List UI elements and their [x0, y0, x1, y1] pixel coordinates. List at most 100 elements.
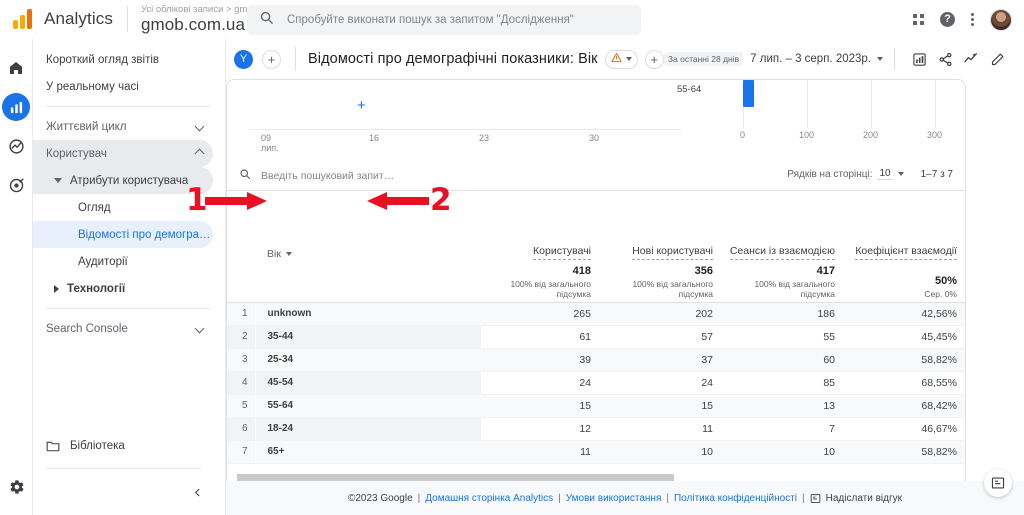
sidebar-item-audiences[interactable]: Аудиторії: [33, 248, 213, 275]
line-chart-xtick: 30: [589, 133, 600, 143]
reports-icon[interactable]: [2, 93, 30, 121]
metric-cell: 61: [481, 325, 603, 349]
dimension-value[interactable]: 55-64: [255, 394, 481, 418]
dimension-value[interactable]: 25-34: [255, 348, 481, 372]
table-row[interactable]: 555-6415151368,42%0,87: [227, 394, 965, 418]
chevron-down-icon[interactable]: [897, 172, 904, 176]
share-icon[interactable]: [932, 46, 958, 72]
add-dimension-button[interactable]: +: [357, 97, 366, 114]
metric-header-engagement-rate[interactable]: Коефіцієнт взаємодії: [847, 189, 965, 264]
metric-cell: 15: [603, 394, 725, 418]
sidebar-item-label: Відомості про демографіч…: [78, 228, 213, 241]
row-index: 5: [227, 394, 256, 418]
explore-icon[interactable]: [2, 132, 30, 160]
line-chart-xtick: 16: [369, 133, 380, 143]
date-preset-chip: За останні 28 днів: [663, 52, 744, 66]
table-row[interactable]: 1unknown26520218642,56%0,70: [227, 302, 965, 326]
sidebar-item-reports-snapshot[interactable]: Короткий огляд звітів: [33, 46, 213, 73]
sidebar-item-label: Технології: [67, 282, 126, 295]
home-icon[interactable]: [2, 54, 30, 82]
advertising-icon[interactable]: [2, 171, 30, 199]
dimension-value[interactable]: unknown: [255, 302, 481, 326]
feedback-label[interactable]: Надіслати відгук: [826, 493, 902, 504]
chevron-left-icon[interactable]: [192, 487, 203, 501]
line-chart-x-axis: [249, 129, 681, 130]
bar-chart-xtick: 0: [740, 130, 746, 140]
metric-cell: 45,45%: [847, 325, 965, 349]
insights-icon[interactable]: [958, 46, 984, 72]
rows-per-page-value[interactable]: 10: [877, 168, 893, 180]
metric-cell: 10: [603, 440, 725, 464]
header-divider: [126, 6, 128, 32]
footer-link-privacy[interactable]: Політика конфіденційності: [674, 493, 797, 504]
add-filter-button[interactable]: +: [644, 49, 664, 69]
sidebar-item-user[interactable]: Користувач: [33, 140, 213, 167]
bar-chart-category-label: 55-64: [677, 84, 702, 95]
footer-separator: |: [417, 492, 421, 504]
main-content: Y + Відомості про демографічні показники…: [226, 39, 1024, 515]
sidebar-item-label: Життєвий цикл: [46, 120, 127, 133]
icon-rail: [0, 39, 33, 515]
sidebar-item-label: Атрибути користувача: [70, 174, 189, 187]
table-row[interactable]: 325-3439376058,82%1,54: [227, 348, 965, 372]
sidebar-item-library[interactable]: Бібліотека: [33, 432, 225, 459]
add-comparison-button[interactable]: +: [262, 49, 281, 69]
sidebar-item-overview[interactable]: Огляд: [33, 194, 213, 221]
feedback-fab[interactable]: [984, 469, 1012, 497]
table-search-input[interactable]: [259, 169, 519, 183]
dimension-chip[interactable]: Вік: [267, 248, 292, 260]
search-input[interactable]: [285, 13, 641, 27]
dimension-value[interactable]: 45-54: [255, 371, 481, 395]
avatar[interactable]: [990, 8, 1012, 31]
insights-badge[interactable]: Y: [234, 49, 253, 69]
footer: ©2023 Google | Домашня сторінка Analytic…: [226, 481, 1024, 515]
sidebar-item-user-attributes[interactable]: Атрибути користувача: [33, 167, 213, 194]
toolbar-divider: [894, 48, 895, 70]
totals-spacer: [227, 263, 255, 303]
sidebar-item-demographic-details[interactable]: Відомості про демографіч…: [33, 221, 213, 248]
row-index: 6: [227, 417, 256, 441]
table-row[interactable]: 765+11101058,82%0,91: [227, 440, 965, 464]
sidebar-item-technology[interactable]: Технології: [33, 275, 213, 302]
metric-cell: 42,56%: [847, 302, 965, 326]
bar-chart-xtick: 300: [927, 130, 943, 140]
help-icon[interactable]: ?: [940, 12, 955, 27]
customize-report-icon[interactable]: [906, 46, 932, 72]
sidebar-item-realtime[interactable]: У реальному часі: [33, 73, 213, 100]
footer-link-terms[interactable]: Умови використання: [566, 493, 662, 504]
metric-header-users[interactable]: Користувачі: [481, 189, 603, 264]
demographics-table: Вік + Користувачі Нові користувачі Сеанс…: [227, 97, 965, 464]
metric-cell: 55: [725, 325, 847, 349]
dimension-selector[interactable]: Вік: [255, 189, 359, 264]
sidebar-item-label: Бібліотека: [70, 439, 125, 452]
dimension-value[interactable]: 35-44: [255, 325, 481, 349]
date-range-selector[interactable]: 7 лип. – 3 серп. 2023р.: [750, 53, 883, 65]
sidebar-item-label: Короткий огляд звітів: [46, 53, 160, 66]
dimension-label: Вік: [267, 247, 281, 260]
sidebar-item-label: Аудиторії: [78, 255, 128, 268]
footer-link-analytics-home[interactable]: Домашня сторінка Analytics: [425, 493, 553, 504]
bar-chart-gridline: [807, 80, 808, 128]
metric-cell: 68,42%: [847, 394, 965, 418]
dimension-value[interactable]: 18-24: [255, 417, 481, 441]
table-row[interactable]: 235-4461575545,45%0,90: [227, 325, 965, 349]
data-warning-chip[interactable]: [604, 49, 638, 69]
totals-cell-engaged-sessions: 417 100% від загального підсумка: [725, 263, 847, 303]
more-vertical-icon[interactable]: [971, 13, 974, 26]
edit-icon[interactable]: [984, 46, 1010, 72]
row-index-header: [227, 189, 255, 264]
sidebar-nav: Короткий огляд звітів У реальному часі Ж…: [33, 39, 226, 515]
global-search[interactable]: [247, 5, 641, 35]
table-row[interactable]: 445-5424248568,55%3,54: [227, 371, 965, 395]
toolbar-divider: [295, 47, 296, 71]
sidebar-item-lifecycle[interactable]: Життєвий цикл: [33, 113, 213, 140]
sidebar-item-search-console[interactable]: Search Console: [33, 315, 213, 342]
table-row[interactable]: 618-241211746,67%0,58: [227, 417, 965, 441]
dimension-value[interactable]: 65+: [255, 440, 481, 464]
apps-grid-icon[interactable]: [913, 14, 924, 25]
metric-header-engaged-sessions[interactable]: Сеанси із взаємодією: [725, 189, 847, 264]
metric-header-new-users[interactable]: Нові користувачі: [603, 189, 725, 264]
triangle-right-icon: [54, 284, 59, 293]
bar-chart-xtick: 100: [799, 130, 815, 140]
admin-settings-icon[interactable]: [0, 479, 33, 495]
